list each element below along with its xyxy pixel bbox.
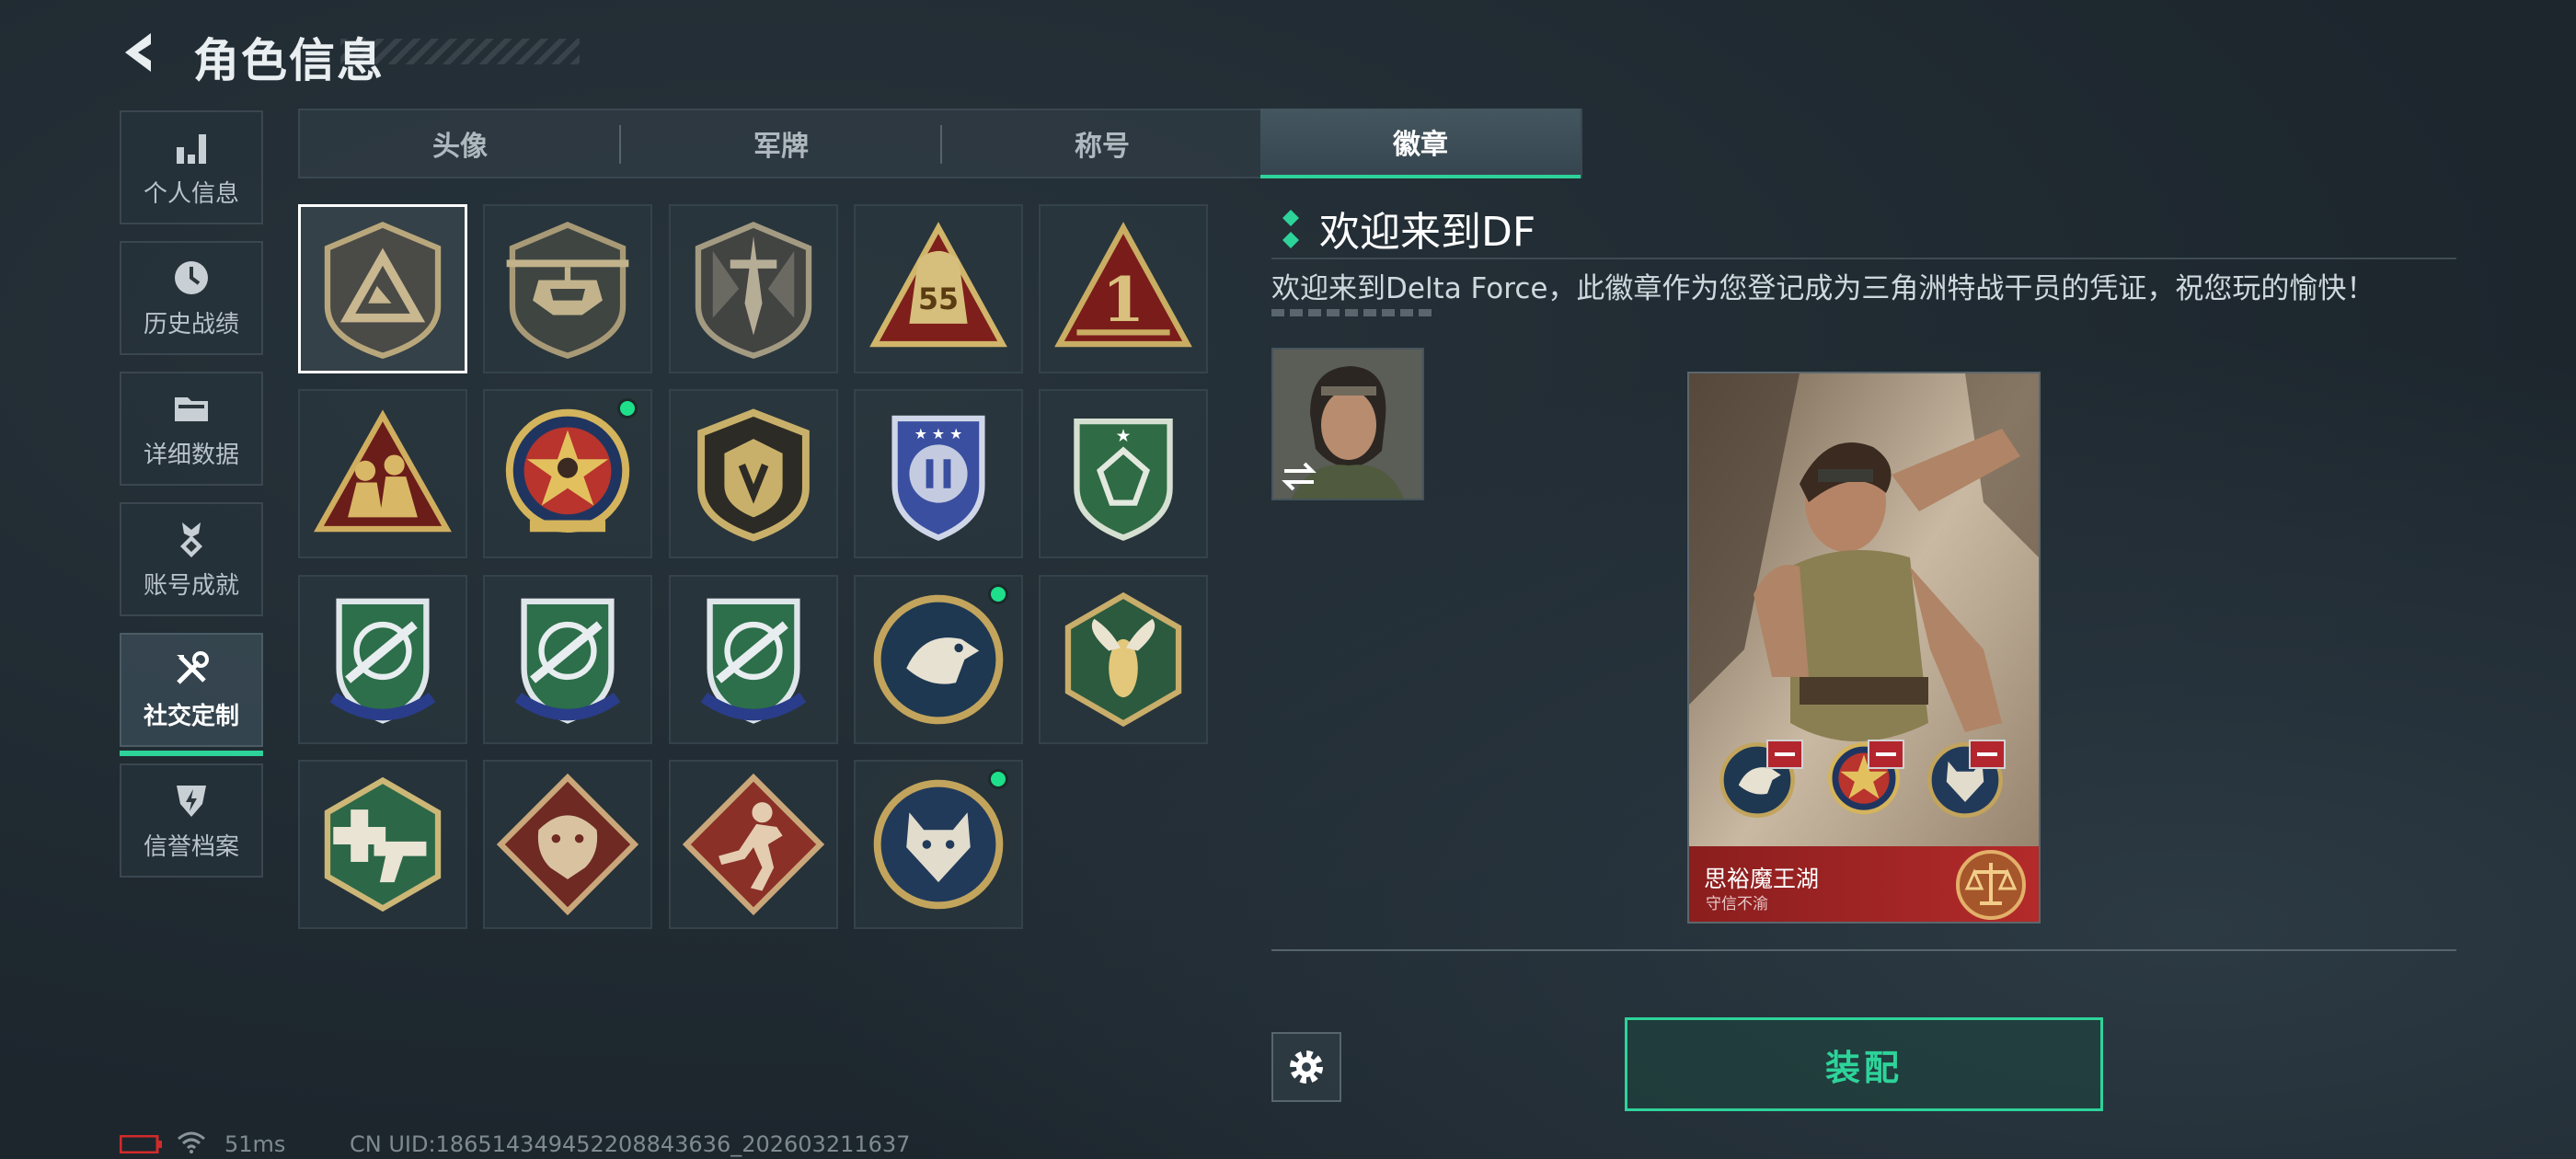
badge-number: 55 — [918, 283, 959, 316]
new-indicator-dot — [988, 769, 1008, 789]
badge-cell[interactable] — [1039, 575, 1208, 744]
badge-cell[interactable] — [669, 760, 838, 929]
badge-description: 欢迎来到Delta Force，此徽章作为您登记成为三角洲特战干员的凭证，祝您玩… — [1271, 272, 2375, 305]
rifle-crest-badge-icon — [329, 598, 436, 724]
wasp-badge-icon — [1064, 591, 1182, 728]
shield-bolt-icon — [177, 785, 206, 817]
tab-badge[interactable]: 徽章 — [1260, 109, 1581, 178]
svg-text:★ ★ ★: ★ ★ ★ — [914, 425, 963, 442]
folder-icon — [175, 396, 208, 421]
tab-avatar[interactable]: 头像 — [300, 109, 620, 178]
sidebar-item-label: 个人信息 — [143, 179, 239, 208]
operator-card-art — [1689, 373, 2039, 922]
badge-cell[interactable] — [483, 204, 652, 373]
equip-button[interactable]: 装配 — [1625, 1017, 2103, 1111]
sidebar-item-match-history[interactable]: 历史战绩 — [120, 241, 263, 355]
swap-icon[interactable] — [1281, 460, 1317, 493]
sidebar-item-detailed-data[interactable]: 详细数据 — [120, 372, 263, 486]
medic-gun-badge-icon — [324, 776, 442, 912]
badge-cell[interactable] — [298, 760, 467, 929]
badge-cell[interactable] — [483, 760, 652, 929]
description-decoration — [1271, 309, 1433, 316]
helicopter-badge-icon — [506, 222, 629, 359]
title-decoration — [340, 39, 580, 64]
tab-dog-tag[interactable]: 军牌 — [621, 109, 941, 178]
title-marker-icon — [1282, 210, 1299, 248]
sidebar-item-credit-record[interactable]: 信誉档案 — [120, 763, 263, 878]
soldiers-badge-icon — [314, 409, 452, 533]
sidebar-item-achievements[interactable]: 账号成就 — [120, 502, 263, 616]
runner-badge-icon — [682, 773, 825, 916]
clock-icon — [175, 260, 208, 294]
badge-cell[interactable]: 1 — [1039, 204, 1208, 373]
player-name: 思裕魔王湖 — [1704, 866, 1820, 892]
badge-cell[interactable] — [854, 760, 1023, 929]
badge-cell[interactable] — [669, 204, 838, 373]
number-one-badge-icon: 1 — [1054, 222, 1192, 348]
medal-icon — [180, 522, 202, 557]
player-card-preview — [1687, 372, 2041, 924]
badge-cell[interactable] — [483, 575, 652, 744]
badge-cell[interactable]: ★ ★ ★ — [854, 389, 1023, 558]
gear-icon — [1290, 1050, 1323, 1084]
divider — [1271, 949, 2456, 951]
eagle-badge-icon — [873, 594, 1004, 725]
player-title: 守信不渝 — [1706, 895, 1768, 913]
tools-icon — [177, 650, 209, 684]
sidebar-item-personal-info[interactable]: 个人信息 — [120, 110, 263, 224]
badge-cell[interactable] — [298, 389, 467, 558]
rifle-crest-badge-icon — [514, 598, 621, 724]
bar-chart-icon — [177, 133, 206, 164]
scales-emblem-icon — [1956, 850, 2026, 920]
tab-title[interactable]: 称号 — [942, 109, 1262, 178]
star-skull-badge-icon — [505, 408, 630, 533]
svg-text:★: ★ — [1116, 426, 1132, 446]
dagger-shield-badge-icon — [695, 222, 812, 359]
blue-crest-badge-icon: ★ ★ ★ — [891, 415, 985, 541]
badge-cell[interactable] — [298, 204, 467, 373]
badge-cell[interactable] — [483, 389, 652, 558]
badge-cell[interactable] — [298, 575, 467, 744]
delta-triangle-badge-icon — [324, 222, 442, 359]
wolf-badge-icon — [873, 779, 1004, 910]
badge-cell[interactable]: 55 — [854, 204, 1023, 373]
divider — [1271, 258, 2456, 259]
sidebar-item-label: 信誉档案 — [143, 832, 239, 861]
back-arrow-icon[interactable] — [118, 29, 164, 75]
rifle-crest-badge-icon — [700, 598, 807, 724]
sidebar-item-social-custom[interactable]: 社交定制 — [120, 633, 263, 756]
settings-button[interactable] — [1271, 1032, 1341, 1102]
active-indicator — [120, 751, 263, 756]
remove-badge-button[interactable] — [1969, 740, 2006, 769]
bag-55-badge-icon: 55 — [869, 222, 1007, 348]
badge-number: 1 — [1102, 264, 1144, 336]
green-gem-crest-badge-icon: ★ — [1074, 418, 1173, 541]
uid-text: CN UID:1865143494522088436​36_2026032116… — [350, 1131, 911, 1157]
new-indicator-dot — [988, 584, 1008, 604]
gold-shield-badge-icon — [697, 408, 810, 542]
dragon-badge-icon — [496, 773, 639, 916]
badge-cell[interactable] — [669, 575, 838, 744]
badge-cell[interactable]: ★ — [1039, 389, 1208, 558]
new-indicator-dot — [617, 398, 638, 419]
ping-text: 51ms — [224, 1131, 286, 1157]
sidebar-item-label: 详细数据 — [143, 441, 239, 469]
badge-name: 欢迎来到DF — [1319, 209, 1536, 256]
remove-badge-button[interactable] — [1868, 740, 1904, 769]
wifi-icon — [178, 1131, 205, 1153]
sidebar-item-label: 社交定制 — [143, 702, 239, 730]
sidebar-item-label: 历史战绩 — [143, 310, 239, 339]
battery-icon — [120, 1135, 162, 1153]
badge-cell[interactable] — [854, 575, 1023, 744]
sidebar-item-label: 账号成就 — [143, 571, 239, 600]
remove-badge-button[interactable] — [1766, 740, 1803, 769]
badge-cell[interactable] — [669, 389, 838, 558]
